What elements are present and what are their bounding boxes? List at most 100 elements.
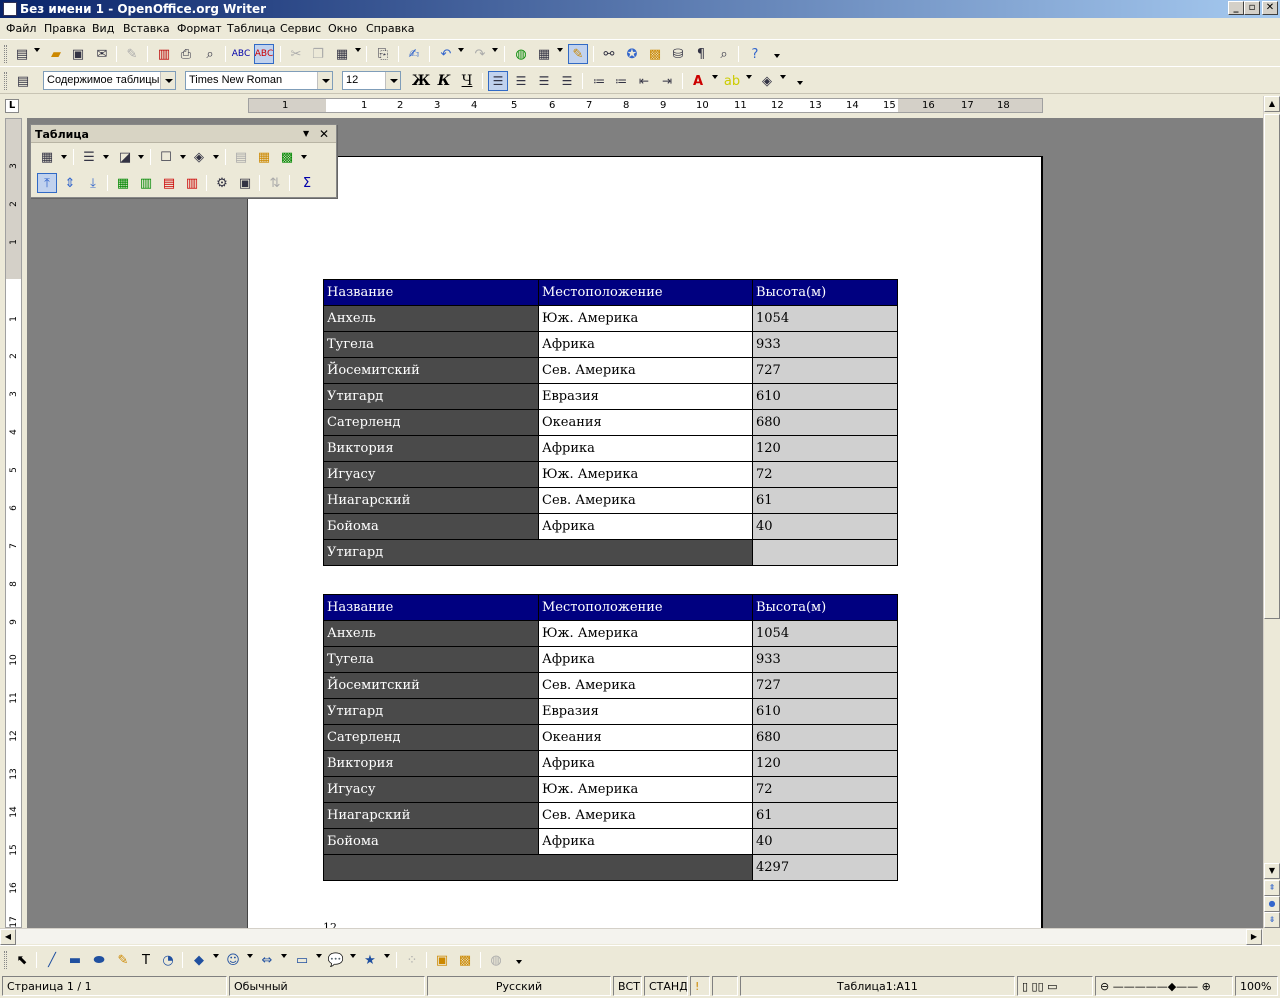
table-cell[interactable]: Сев. Америка bbox=[538, 802, 753, 829]
new-dropdown-icon[interactable] bbox=[34, 48, 40, 52]
borders-icon[interactable]: ☐ bbox=[156, 147, 176, 167]
table-toolbar-panel[interactable]: Таблица ▼ ✕ ▦ ☰ ◪ ☐ ◈ ▤ ▦ ▩ ⤒ ⇕ ⤓ ▦ ▥ ▤ … bbox=[30, 124, 337, 198]
table-1[interactable]: Название Местоположение Высота(м) Анхель… bbox=[323, 279, 898, 566]
document-page[interactable]: Название Местоположение Высота(м) Анхель… bbox=[247, 156, 1043, 928]
justify-icon[interactable]: ☰ bbox=[557, 71, 577, 91]
table-cell[interactable]: Африка bbox=[538, 435, 753, 462]
align-top-icon[interactable]: ⤒ bbox=[37, 173, 57, 193]
extrusion-icon[interactable]: ◍ bbox=[486, 950, 506, 970]
header-cell[interactable]: Высота(м) bbox=[752, 279, 898, 306]
select-pointer-icon[interactable]: ⬉ bbox=[12, 950, 32, 970]
table-cell[interactable]: Анхель bbox=[323, 305, 539, 332]
table-cell[interactable]: 727 bbox=[752, 357, 898, 384]
spellcheck-icon[interactable]: ABC bbox=[231, 44, 251, 64]
find-replace-icon[interactable]: ⚯ bbox=[599, 44, 619, 64]
table-cell[interactable]: Сев. Америка bbox=[538, 672, 753, 699]
header-cell[interactable]: Название bbox=[323, 594, 539, 621]
panel-title-bar[interactable]: Таблица ▼ ✕ bbox=[31, 125, 336, 143]
document-modified-icon[interactable]: ! bbox=[690, 976, 710, 996]
table-cell[interactable]: Сев. Америка bbox=[538, 487, 753, 514]
panel-menu-icon[interactable]: ▼ bbox=[303, 129, 309, 138]
format-paintbrush-icon[interactable]: ✍ bbox=[404, 44, 424, 64]
table-cell[interactable]: 120 bbox=[752, 435, 898, 462]
underline-button[interactable]: Ч bbox=[457, 71, 477, 91]
align-bottom-icon[interactable]: ⤓ bbox=[83, 173, 103, 193]
table-cell[interactable]: Африка bbox=[538, 331, 753, 358]
zoom-icon[interactable]: ⌕ bbox=[714, 44, 734, 64]
autoformat-icon[interactable]: ▩ bbox=[277, 147, 297, 167]
table-cell[interactable]: 1054 bbox=[752, 620, 898, 647]
table-cell[interactable]: Сатерленд bbox=[323, 724, 539, 751]
paste-icon[interactable]: ▦ bbox=[332, 44, 352, 64]
footer-label-cell[interactable] bbox=[323, 854, 753, 881]
block-arrows-icon[interactable]: ⇔ bbox=[257, 950, 277, 970]
restore-button[interactable]: ▫ bbox=[1244, 1, 1260, 15]
chevron-down-icon[interactable] bbox=[385, 72, 400, 89]
optimize-icon[interactable]: ▣ bbox=[235, 173, 255, 193]
numbering-icon[interactable]: ≔ bbox=[589, 71, 609, 91]
status-language[interactable]: Русский bbox=[427, 976, 611, 996]
copy-icon[interactable]: ❐ bbox=[308, 44, 328, 64]
table-cell[interactable]: 680 bbox=[752, 409, 898, 436]
table-cell[interactable]: Юж. Америка bbox=[538, 776, 753, 803]
status-cell-reference[interactable]: Таблица1:A11 bbox=[740, 976, 1015, 996]
italic-button[interactable]: К bbox=[434, 71, 454, 91]
panel-close-icon[interactable]: ✕ bbox=[319, 127, 329, 141]
horizontal-scrollbar[interactable]: ◀ ▶ bbox=[0, 928, 1263, 945]
table-cell[interactable]: Африка bbox=[538, 828, 753, 855]
status-zoom[interactable]: 100% bbox=[1235, 976, 1278, 996]
sort-icon[interactable]: ⇅ bbox=[265, 173, 285, 193]
table-cell[interactable]: 72 bbox=[752, 776, 898, 803]
highlighting-icon[interactable]: ab bbox=[722, 71, 742, 91]
save-icon[interactable]: ▣ bbox=[68, 44, 88, 64]
toolbar-overflow-icon[interactable] bbox=[797, 81, 803, 85]
paste-dropdown-icon[interactable] bbox=[355, 48, 361, 52]
menu-format[interactable]: Формат bbox=[177, 22, 222, 35]
hyperlink-icon[interactable]: ◍ bbox=[511, 44, 531, 64]
table-cell[interactable]: Утигард bbox=[323, 698, 539, 725]
new-document-icon[interactable]: ▤ bbox=[12, 44, 32, 64]
table-cell[interactable]: Африка bbox=[538, 750, 753, 777]
auto-spellcheck-icon[interactable]: ABC bbox=[254, 44, 274, 64]
rectangle-icon[interactable]: ▬ bbox=[65, 950, 85, 970]
basic-shapes-dropdown-icon[interactable] bbox=[213, 954, 219, 958]
merge-cells-icon[interactable]: ▤ bbox=[231, 147, 251, 167]
tab-stop-selector[interactable]: L bbox=[5, 99, 19, 113]
close-button[interactable]: ✕ bbox=[1262, 1, 1278, 15]
table-cell[interactable]: Африка bbox=[538, 646, 753, 673]
header-cell[interactable]: Местоположение bbox=[538, 594, 753, 621]
footer-label-cell[interactable]: Утигард bbox=[323, 539, 753, 566]
show-draw-functions-icon[interactable]: ✎ bbox=[568, 44, 588, 64]
table-cell[interactable]: 120 bbox=[752, 750, 898, 777]
font-name-select[interactable]: Times New Roman bbox=[185, 71, 333, 90]
line-icon[interactable]: ╱ bbox=[42, 950, 62, 970]
status-selection-mode[interactable]: СТАНД bbox=[644, 976, 688, 996]
table-cell[interactable]: 40 bbox=[752, 513, 898, 540]
insert-column-icon[interactable]: ▥ bbox=[136, 173, 156, 193]
table-cell[interactable]: Анхель bbox=[323, 620, 539, 647]
toolbar-grip[interactable] bbox=[4, 45, 7, 63]
vertical-ruler[interactable]: 3 2 1 1 2 3 4 5 6 7 8 9 10 11 12 13 14 1… bbox=[5, 118, 22, 928]
flowcharts-icon[interactable]: ▭ bbox=[292, 950, 312, 970]
table-cell[interactable]: Океания bbox=[538, 409, 753, 436]
table-cell[interactable]: 61 bbox=[752, 487, 898, 514]
delete-row-icon[interactable]: ▤ bbox=[159, 173, 179, 193]
line-style-dropdown-icon[interactable] bbox=[103, 155, 109, 159]
help-icon[interactable]: ? bbox=[745, 44, 765, 64]
table-cell[interactable]: Сев. Америка bbox=[538, 357, 753, 384]
vertical-scrollbar[interactable]: ▲ ▼ ⇞ ● ⇟ bbox=[1263, 96, 1280, 928]
split-cells-icon[interactable]: ▦ bbox=[254, 147, 274, 167]
gallery-icon[interactable]: ▩ bbox=[645, 44, 665, 64]
increase-indent-icon[interactable]: ⇥ bbox=[657, 71, 677, 91]
align-left-icon[interactable]: ☰ bbox=[488, 71, 508, 91]
menu-edit[interactable]: Правка bbox=[44, 22, 86, 35]
font-color-icon[interactable]: A bbox=[688, 71, 708, 91]
table-cell[interactable]: Игуасу bbox=[323, 461, 539, 488]
toolbar-grip[interactable] bbox=[4, 72, 7, 90]
status-signature[interactable] bbox=[712, 976, 738, 996]
table-cell[interactable]: Тугела bbox=[323, 646, 539, 673]
symbol-shapes-icon[interactable]: ☺ bbox=[223, 950, 243, 970]
scroll-thumb[interactable] bbox=[1264, 114, 1280, 619]
view-layout-icon[interactable]: ▯ ▯▯ ▭ bbox=[1017, 976, 1093, 996]
table-dropdown-icon[interactable] bbox=[557, 48, 563, 52]
